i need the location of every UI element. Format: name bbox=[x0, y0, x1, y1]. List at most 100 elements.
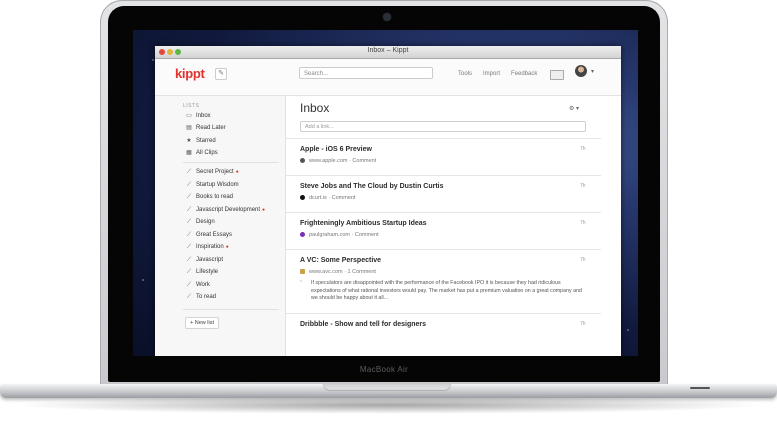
gear-icon[interactable]: ⚙ ▾ bbox=[569, 105, 579, 112]
divider bbox=[286, 212, 601, 213]
desktop-wallpaper: Inbox – Kippt kippt ✎ Search... Tools Im… bbox=[133, 30, 638, 356]
clip-domain[interactable]: dcurt.is bbox=[309, 195, 327, 201]
sidebar-item-label: All Clips bbox=[196, 150, 218, 156]
clip-domain[interactable]: www.apple.com bbox=[309, 158, 348, 164]
star-icon: ★ bbox=[186, 138, 192, 144]
sidebar-item-label: Great Essays bbox=[196, 232, 233, 238]
sidebar-divider bbox=[183, 309, 279, 310]
clips-icon: ▦ bbox=[186, 150, 192, 156]
edit-pencil-icon[interactable]: ✎ bbox=[215, 68, 227, 80]
link-icon: ⟋ bbox=[186, 194, 192, 200]
clip-meta: dcurt.is · Comment bbox=[300, 195, 355, 201]
clip-title-link[interactable]: Apple - iOS 6 Preview bbox=[300, 146, 372, 153]
new-list-button[interactable]: + New list bbox=[185, 317, 219, 329]
avc-favicon-icon bbox=[300, 269, 305, 275]
link-icon: ⟋ bbox=[186, 219, 192, 225]
link-icon: ⟋ bbox=[186, 232, 192, 238]
sidebar-item-to-read[interactable]: ⟋ To read bbox=[185, 292, 280, 302]
sidebar-item-label: Read Later bbox=[196, 125, 226, 131]
nav-feedback-link[interactable]: Feedback bbox=[511, 71, 537, 77]
clip-domain[interactable]: www.avc.com bbox=[309, 269, 343, 275]
link-icon: ⟋ bbox=[186, 282, 192, 288]
link-icon: ⟋ bbox=[186, 169, 192, 175]
laptop-brand: MacBook Air bbox=[359, 365, 409, 374]
sidebar-item-label: Inbox bbox=[196, 113, 211, 119]
clip-time: 7h bbox=[580, 257, 586, 263]
sidebar-item-label: Secret Project bbox=[196, 169, 234, 175]
sidebar-item-label: To read bbox=[196, 294, 217, 300]
unread-dot: ● bbox=[262, 207, 266, 213]
apple-favicon-icon bbox=[300, 158, 305, 164]
window-title: Inbox – Kippt bbox=[367, 47, 409, 54]
sidebar-item-label: Startup Wisdom bbox=[196, 182, 239, 188]
sidebar-item-great-essays[interactable]: ⟋ Great Essays bbox=[185, 230, 280, 240]
kippt-logo[interactable]: kippt bbox=[175, 66, 205, 81]
clip-time: 7h bbox=[580, 146, 586, 152]
laptop-shadow bbox=[10, 396, 767, 414]
clip-meta: www.avc.com · 1 Comment bbox=[300, 269, 376, 275]
clip-comment-link[interactable]: Comment bbox=[352, 158, 376, 164]
keyboard-shortcuts-icon[interactable] bbox=[550, 70, 564, 80]
sidebar-item-all-clips[interactable]: ▦ All Clips bbox=[185, 148, 275, 158]
clip-title-link[interactable]: Dribbble - Show and tell for designers bbox=[300, 321, 426, 328]
dcurtis-favicon-icon bbox=[300, 195, 305, 201]
laptop-notch bbox=[323, 384, 451, 391]
window-titlebar: Inbox – Kippt bbox=[155, 46, 621, 59]
inbox-icon: ▭ bbox=[186, 113, 192, 119]
quote-icon: “ bbox=[300, 280, 303, 287]
divider bbox=[286, 138, 601, 139]
clip-quote: If speculators are disappointed with the… bbox=[311, 280, 582, 301]
read-later-icon: ▤ bbox=[186, 125, 192, 131]
sidebar-item-secret-project[interactable]: ⟋ Secret Project ● bbox=[185, 167, 280, 177]
sidebar-item-label: Inspiration bbox=[196, 244, 224, 250]
camera-icon bbox=[383, 13, 391, 21]
sidebar-item-work[interactable]: ⟋ Work bbox=[185, 280, 280, 290]
clip-meta: www.apple.com · Comment bbox=[300, 158, 376, 164]
search-input[interactable]: Search... bbox=[299, 67, 433, 79]
power-led bbox=[690, 387, 710, 389]
sidebar-item-label: Books to read bbox=[196, 194, 234, 200]
clip-domain[interactable]: paulgraham.com bbox=[309, 232, 350, 238]
sidebar-item-startup-wisdom[interactable]: ⟋ Startup Wisdom bbox=[185, 180, 280, 190]
sidebar-item-label: Javascript Development bbox=[196, 207, 261, 213]
page-title: Inbox bbox=[300, 101, 330, 115]
nav-tools-link[interactable]: Tools bbox=[458, 71, 472, 77]
clip-time: 7h bbox=[580, 220, 586, 226]
sidebar-item-label: Starred bbox=[196, 138, 216, 144]
link-icon: ⟋ bbox=[186, 182, 192, 188]
sidebar-item-inbox[interactable]: ▭ Inbox bbox=[185, 111, 275, 121]
clip-title-link[interactable]: Frighteningly Ambitious Startup Ideas bbox=[300, 220, 427, 227]
sidebar-item-starred[interactable]: ★ Starred bbox=[185, 136, 275, 146]
sidebar-item-design[interactable]: ⟋ Design bbox=[185, 217, 280, 227]
unread-dot: ● bbox=[235, 169, 239, 175]
sidebar-item-label: Javascript bbox=[196, 257, 224, 263]
add-link-input[interactable]: Add a link... bbox=[300, 121, 586, 132]
sidebar-item-lifestyle[interactable]: ⟋ Lifestyle bbox=[185, 267, 280, 277]
clip-title-link[interactable]: Steve Jobs and The Cloud by Dustin Curti… bbox=[300, 183, 444, 190]
sidebar-item-label: Lifestyle bbox=[196, 269, 219, 275]
clip-comment-link[interactable]: Comment bbox=[332, 195, 356, 201]
clip-title-link[interactable]: A VC: Some Perspective bbox=[300, 257, 381, 264]
divider bbox=[286, 249, 601, 250]
clip-comment-link[interactable]: Comment bbox=[355, 232, 379, 238]
sidebar-item-javascript[interactable]: ⟋ Javascript bbox=[185, 255, 280, 265]
unread-dot: ● bbox=[225, 244, 229, 250]
sidebar-item-inspiration[interactable]: ⟋ Inspiration ● bbox=[185, 242, 280, 252]
lists-heading: LISTS bbox=[183, 103, 200, 109]
sidebar-item-read-later[interactable]: ▤ Read Later bbox=[185, 123, 275, 133]
chevron-down-icon[interactable]: ▾ bbox=[591, 68, 594, 75]
sidebar: LISTS ▭ Inbox ▤ Read Later ★ Starred ▦ A… bbox=[155, 96, 286, 356]
link-icon: ⟋ bbox=[186, 269, 192, 275]
app-header: kippt ✎ Search... Tools Import Feedback … bbox=[155, 59, 621, 96]
sidebar-item-label: Work bbox=[196, 282, 210, 288]
browser-window: Inbox – Kippt kippt ✎ Search... Tools Im… bbox=[155, 46, 621, 356]
user-avatar[interactable] bbox=[575, 65, 587, 77]
sidebar-divider bbox=[183, 162, 279, 163]
sidebar-item-books-to-read[interactable]: ⟋ Books to read bbox=[185, 192, 280, 202]
clip-time: 7h bbox=[580, 321, 586, 327]
clip-comment-link[interactable]: 1 Comment bbox=[348, 269, 376, 275]
paulgraham-favicon-icon bbox=[300, 232, 305, 238]
sidebar-item-javascript-development[interactable]: ⟋ Javascript Development ● bbox=[185, 205, 280, 215]
link-icon: ⟋ bbox=[186, 244, 192, 250]
nav-import-link[interactable]: Import bbox=[483, 71, 500, 77]
